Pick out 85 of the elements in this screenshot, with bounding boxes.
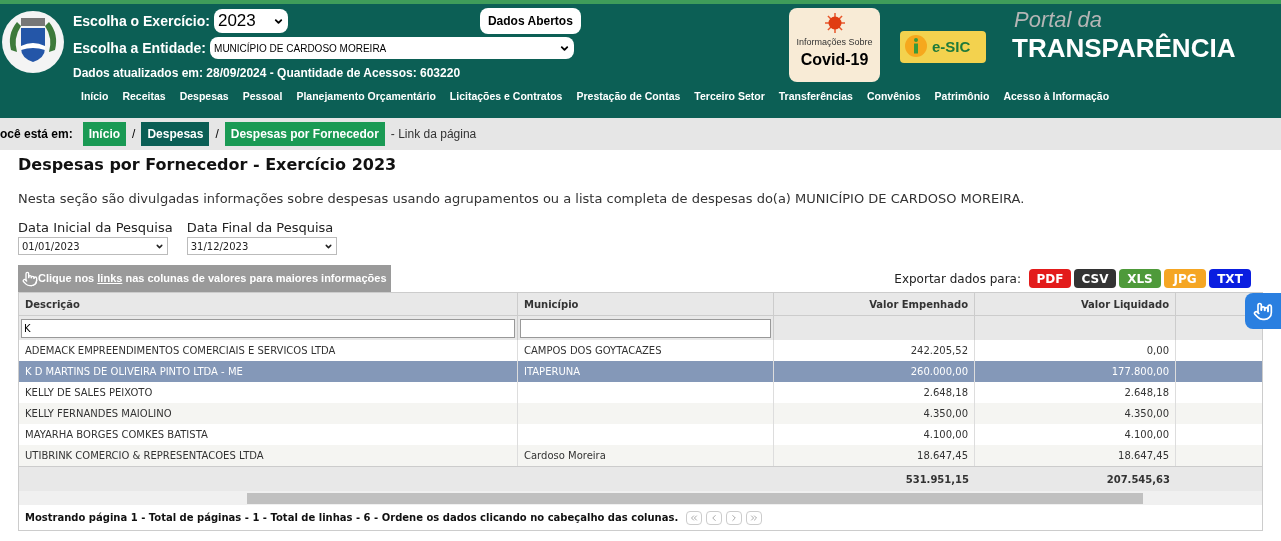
field-label: Escolha a Entidade: (73, 38, 207, 58)
nav-link[interactable]: Prestação de Contas (576, 89, 681, 105)
breadcrumb-separator: / (215, 126, 219, 143)
table-cell-text: 2.648,18 (1124, 386, 1169, 400)
table-cell-text: 4.350,00 (923, 407, 968, 421)
nav-link[interactable]: Patrimônio (934, 89, 990, 105)
portal-subtitle: Portal da (1014, 8, 1104, 32)
table-cell-text: KELLY DE SALES PEIXOTO (25, 386, 153, 400)
hint-text: Clique nos links nas colunas de valores para maiores informações (38, 271, 387, 287)
table-cell-text: 2.648,18 (923, 386, 968, 400)
covid-banner[interactable]: Informações Sobre Covid-19 (789, 8, 880, 82)
nav-link[interactable]: Despesas (179, 89, 229, 105)
table-cell-text: 4.100,00 (923, 428, 968, 442)
filter-label: Data Final da Pesquisa (186, 218, 335, 237)
covid-caption: Informações Sobre (796, 36, 873, 49)
table-cell-text: MAYARHA BORGES COMKES BATISTA (25, 428, 208, 442)
breadcrumb-label: ocê está em: (0, 126, 73, 143)
entity-select[interactable]: MUNICÍPIO DE CARDOSO MOREIRA (210, 37, 575, 59)
breadcrumb-link[interactable]: Despesas por Fornecedor (224, 122, 385, 146)
hand-pointer-icon (22, 270, 38, 287)
sign-language-button[interactable] (1245, 293, 1281, 329)
table-cell-text: CAMPOS DOS GOYTACAZES (524, 344, 662, 358)
table-cell-text: 18.647,45 (917, 449, 968, 463)
info-bubble-icon (904, 34, 928, 60)
year-select[interactable]: 2023 (213, 9, 288, 33)
nav-link[interactable]: Transferências (778, 89, 853, 105)
table-cell-text: KELLY FERNANDES MAIOLINO (25, 407, 172, 421)
table-cell-text: ITAPERUNA (524, 365, 581, 379)
covid-title: Covid-19 (800, 49, 869, 70)
export-button[interactable]: CSV (1074, 269, 1116, 288)
field-label: Escolha o Exercício: (73, 11, 210, 31)
export-label: Exportar dados para: (894, 270, 1021, 288)
export-button[interactable]: TXT (1209, 269, 1251, 288)
total-cell-text: 207.545,63 (1106, 472, 1170, 487)
nav-link[interactable]: Convênios (866, 89, 921, 105)
breadcrumb-separator: / (132, 126, 136, 143)
page-link[interactable]: - Link da página (390, 125, 477, 143)
hand-icon (1253, 301, 1273, 321)
table-cell-text: 260.000,00 (910, 365, 968, 379)
nav-link[interactable]: Planejamento Orçamentário (296, 89, 436, 105)
nav-link[interactable]: Licitações e Contratos (449, 89, 563, 105)
first-page-button[interactable] (686, 510, 703, 525)
column-filter-field[interactable] (520, 318, 771, 338)
horizontal-scrollbar[interactable] (19, 491, 1262, 505)
pagination-info: Mostrando página 1 - Total de páginas - 1 - Total de linhas - 6 - Ordene os dados clicando no cabeçalho das colunas. (25, 511, 679, 525)
table-cell-text: 242.205,52 (910, 344, 968, 358)
export-button[interactable]: PDF (1029, 269, 1071, 288)
open-data-button[interactable]: Dados Abertos (479, 8, 581, 34)
esic-label: e-SIC (932, 36, 971, 57)
table-cell-text: UTIBRINK COMERCIO & REPRESENTACOES LTDA (25, 449, 264, 463)
table-cell-text: 4.350,00 (1124, 407, 1169, 421)
table-row[interactable]: UTIBRINK COMERCIO & REPRESENTACOES LTDA Cardoso Moreira 18.647,45 18.647,45 (19, 445, 1262, 466)
table-row[interactable]: KELLY FERNANDES MAIOLINO 4.350,00 4.350,00 (19, 403, 1262, 424)
nav-link[interactable]: Receitas (122, 89, 166, 105)
table-cell-text: K D MARTINS DE OLIVEIRA PINTO LTDA - ME (25, 365, 243, 379)
table-cell-text: 18.647,45 (1118, 449, 1169, 463)
nav-link[interactable]: Início (81, 89, 109, 105)
last-page-button[interactable] (746, 510, 763, 525)
nav-link[interactable]: Pessoal (242, 89, 283, 105)
total-cell-text: 531.951,15 (905, 472, 969, 487)
page-title: Despesas por Fornecedor - Exercício 2023 (18, 154, 398, 176)
column-filter-field[interactable]: K (21, 318, 515, 338)
virus-icon (823, 12, 846, 34)
table-cell-text: 177.800,00 (1111, 365, 1169, 379)
portal-title: TRANSPARÊNCIA (1012, 32, 1236, 64)
breadcrumb-link[interactable]: Início (82, 122, 127, 146)
next-page-button[interactable] (726, 510, 743, 525)
nav-link[interactable]: Terceiro Setor (694, 89, 765, 105)
table-cell-text: Cardoso Moreira (524, 449, 606, 463)
breadcrumb-link[interactable]: Despesas (141, 122, 210, 146)
date-select[interactable]: 01/01/2023 (18, 237, 168, 255)
table-cell-text: 4.100,00 (1124, 428, 1169, 442)
esic-badge[interactable]: e-SIC (900, 31, 986, 63)
double-chevron-right-icon (749, 512, 760, 523)
double-chevron-left-icon (689, 512, 700, 523)
table-cell-text: ADEMACK EMPREENDIMENTOS COMERCIAIS E SERVICOS LTDA (25, 344, 336, 358)
date-select[interactable]: 31/12/2023 (186, 237, 337, 255)
nav-link[interactable]: Acesso à Informação (1003, 89, 1110, 105)
previous-page-button[interactable] (706, 510, 723, 525)
filter-label: Data Inicial da Pesquisa (18, 218, 173, 237)
update-info: Dados atualizados em: 28/09/2024 - Quantidade de Acessos: 603220 (73, 65, 462, 82)
export-button[interactable]: XLS (1119, 269, 1161, 288)
coat-of-arms-icon (1, 10, 65, 74)
table-cell-text: 0,00 (1146, 344, 1169, 358)
page-description: Nesta seção são divulgadas informações sobre despesas usando agrupamentos ou a lista completa de despesas do(a) MUNICÍPIO DE CARDOSO MOREIRA. (18, 190, 1026, 208)
